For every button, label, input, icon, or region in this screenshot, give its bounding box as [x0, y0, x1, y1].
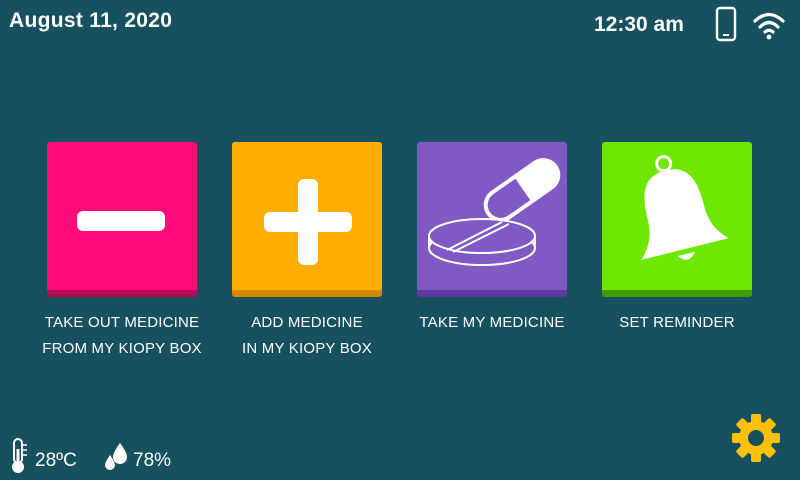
humidity-value: 78%	[133, 450, 172, 471]
date-text: August 11, 2020	[9, 9, 173, 32]
add-medicine-button[interactable]	[232, 142, 382, 297]
clock-time: 12:30 am	[594, 13, 684, 36]
set-reminder-button[interactable]	[602, 142, 752, 297]
minus-icon	[77, 211, 165, 231]
temperature-value: 28ºC	[35, 450, 77, 471]
thermometer-icon	[12, 438, 27, 473]
take-out-medicine-button[interactable]	[47, 142, 197, 297]
gear-icon[interactable]	[730, 412, 782, 464]
take-my-medicine-button[interactable]	[417, 142, 567, 297]
wifi-icon	[753, 12, 785, 40]
bell-icon	[641, 155, 729, 260]
plus-icon	[264, 179, 352, 265]
phone-icon	[715, 6, 737, 42]
pills-icon	[428, 158, 561, 266]
water-drops-icon	[105, 443, 127, 470]
set-reminder-label: SET REMINDER	[619, 314, 735, 331]
